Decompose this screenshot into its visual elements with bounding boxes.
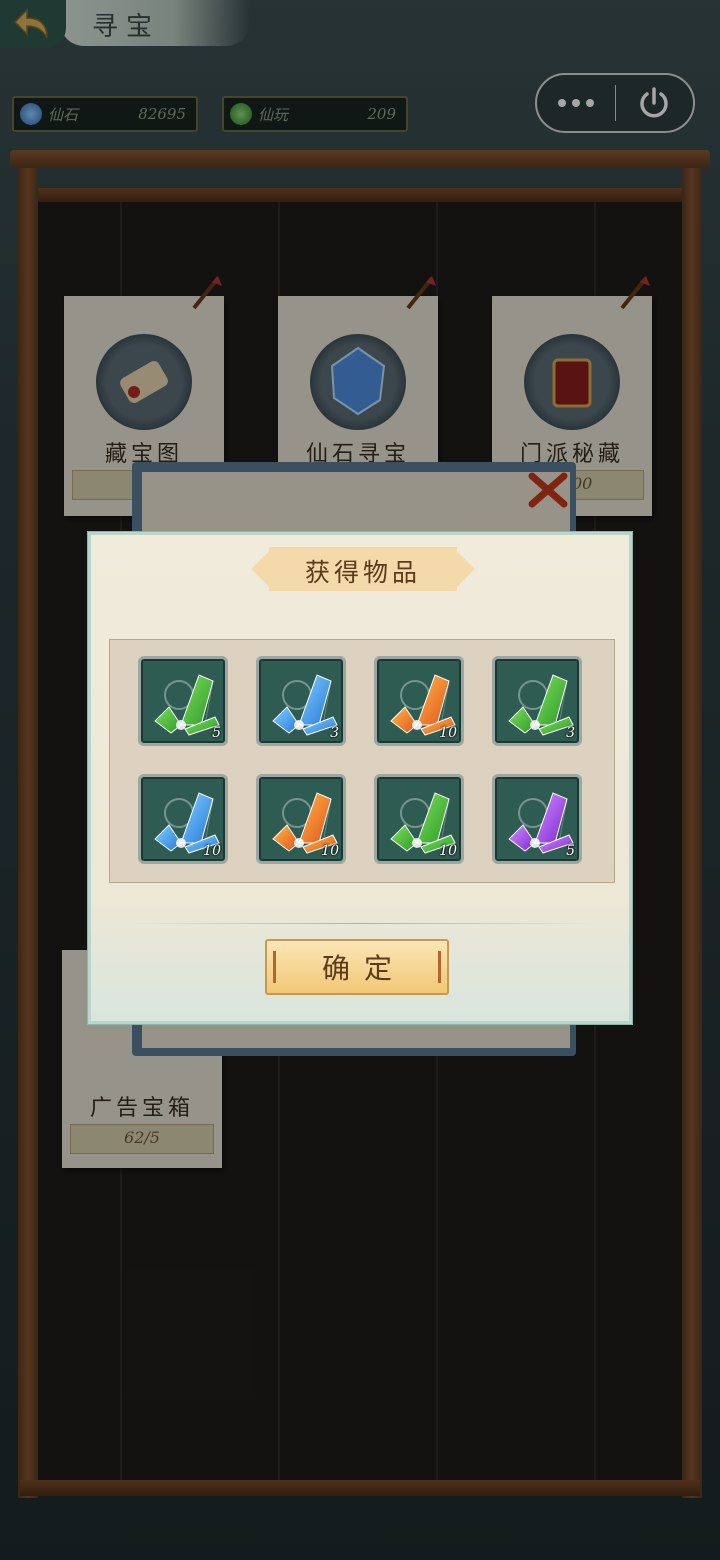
button-cap [438,951,441,983]
reward-item[interactable]: 5 [138,656,228,746]
reward-item[interactable]: 10 [256,774,346,864]
reward-item[interactable]: 10 [374,656,464,746]
reward-item[interactable]: 10 [374,774,464,864]
item-count: 10 [439,843,457,859]
button-cap [273,951,276,983]
reward-item[interactable]: 5 [492,774,582,864]
item-count: 10 [321,843,339,859]
dialog-divider [131,923,595,924]
reward-item[interactable]: 3 [256,656,346,746]
confirm-label: 确定 [321,952,406,985]
item-count: 5 [566,843,575,859]
reward-items-grid: 5 3 10 3 10 10 10 5 [109,639,615,883]
dialog-title: 获得物品 [304,558,421,587]
reward-item[interactable]: 3 [492,656,582,746]
item-count: 10 [439,725,457,741]
reward-dialog: 获得物品 5 3 10 3 10 10 10 5 确定 [88,532,632,1024]
reward-item[interactable]: 10 [138,774,228,864]
item-count: 3 [330,725,339,741]
confirm-button[interactable]: 确定 [265,939,449,995]
item-count: 3 [566,725,575,741]
item-count: 5 [212,725,221,741]
item-count: 10 [203,843,221,859]
